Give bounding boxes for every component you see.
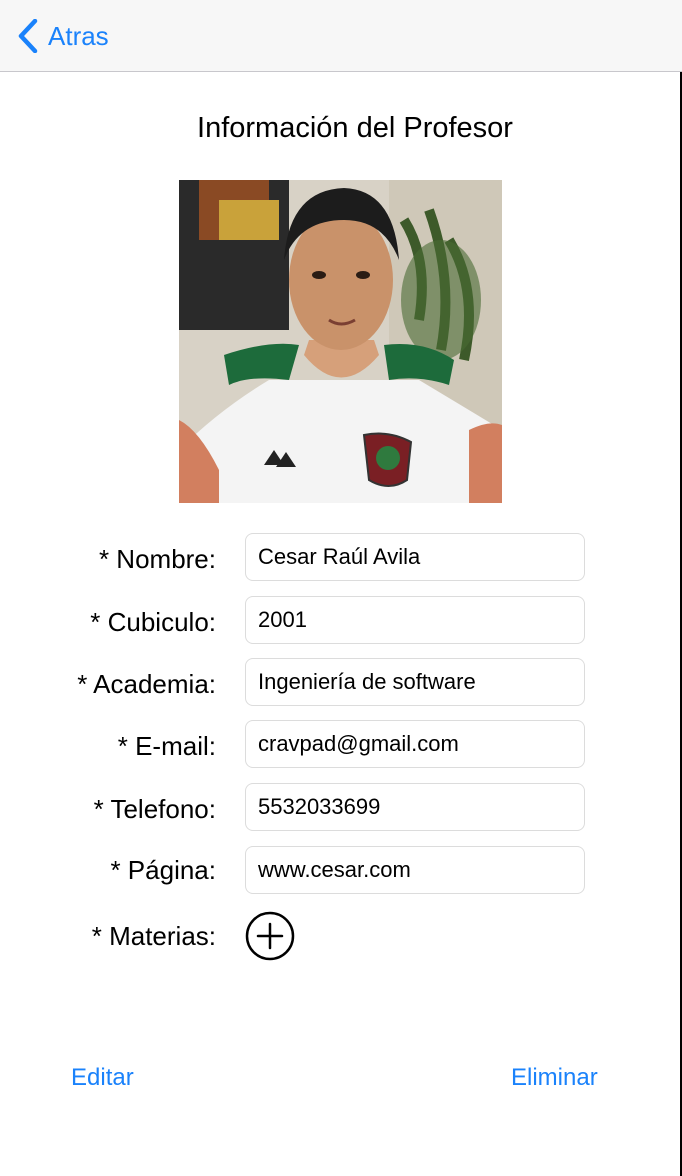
cubiculo-label: * Cubiculo: [90,607,216,637]
academia-label: * Academia: [77,669,216,699]
materias-label: * Materias: [91,921,216,951]
cubiculo-field[interactable] [245,596,585,644]
edit-button[interactable]: Editar [71,1064,134,1092]
add-materia-button[interactable] [245,911,295,961]
pagina-field[interactable] [245,846,585,894]
email-label: * E-mail: [117,731,216,761]
navigation-bar: Atras [0,0,682,72]
pagina-label: * Página: [110,855,216,885]
nombre-label: * Nombre: [98,544,216,574]
page-title: Información del Profesor [197,112,513,144]
back-button[interactable]: Atras [18,14,109,58]
back-label: Atras [48,20,109,51]
telefono-label: * Telefono: [93,794,216,824]
telefono-field[interactable] [245,783,585,831]
chevron-left-icon [18,19,38,53]
nombre-field[interactable] [245,533,585,581]
plus-circle-icon [245,911,295,961]
delete-button[interactable]: Eliminar [511,1064,598,1092]
profile-photo [179,180,502,503]
email-field[interactable] [245,720,585,768]
academia-field[interactable] [245,658,585,706]
